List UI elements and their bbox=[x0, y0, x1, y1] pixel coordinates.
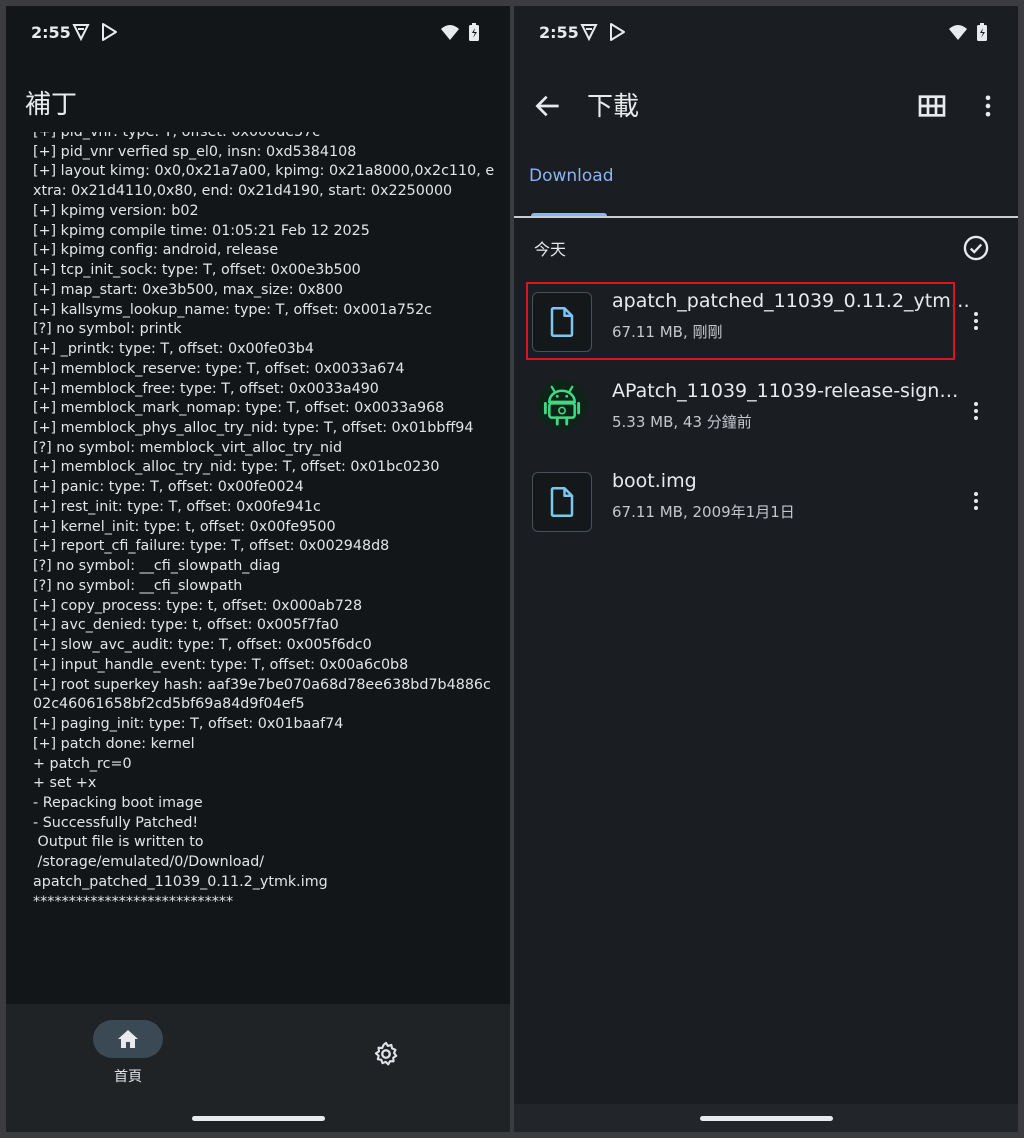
play-store-icon bbox=[607, 22, 627, 42]
arrow-back-icon bbox=[535, 95, 559, 117]
log-line: [+] pid_vnr verfied sp_el0, insn: 0xd538… bbox=[33, 143, 357, 160]
gesture-handle bbox=[700, 1116, 833, 1121]
log-line: Output file is written to bbox=[33, 834, 204, 851]
status-bar: 2:55 bbox=[514, 6, 1018, 62]
log-line: - Repacking boot image bbox=[33, 794, 203, 811]
log-line: [+] kernel_init: type: t, offset: 0x00fe… bbox=[33, 518, 336, 535]
log-line: [+] rest_init: type: T, offset: 0x00fe94… bbox=[33, 498, 321, 515]
log-line: [?] no symbol: memblock_virt_alloc_try_n… bbox=[33, 439, 343, 456]
log-line: [?] no symbol: __cfi_slowpath bbox=[33, 577, 243, 594]
log-line: [+] kallsyms_lookup_name: type: T, offse… bbox=[33, 301, 433, 318]
file-meta: 5.33 MB, 43 分鐘前 bbox=[612, 413, 752, 431]
log-line: [+] memblock_phys_alloc_try_nid: type: T… bbox=[33, 420, 474, 437]
file-row-apk[interactable]: APatch_11039_11039-release-sign… 5.33 MB… bbox=[514, 368, 1018, 456]
file-more-button[interactable] bbox=[964, 304, 988, 338]
log-line: + set +x bbox=[33, 775, 97, 792]
patch-log-output: [+] pid_vnr: type: T, offset: 0x000de57c… bbox=[33, 132, 498, 1006]
section-header-today: 今天 bbox=[534, 240, 567, 259]
play-store-icon bbox=[99, 22, 119, 42]
log-line: [+] memblock_alloc_try_nid: type: T, off… bbox=[33, 459, 440, 476]
wifi-icon bbox=[440, 22, 460, 42]
log-line: [+] memblock_reserve: type: T, offset: 0… bbox=[33, 360, 405, 377]
check-circle-icon bbox=[963, 235, 989, 261]
log-line: [?] no symbol: printk bbox=[33, 321, 182, 338]
log-line: [+] report_cfi_failure: type: T, offset:… bbox=[33, 538, 390, 555]
page-title: 下載 bbox=[587, 92, 640, 122]
log-line: [+] map_start: 0xe3b500, max_size: 0x800 bbox=[33, 281, 343, 298]
android-icon bbox=[543, 385, 581, 426]
status-time: 2:55 bbox=[539, 23, 579, 42]
log-line: [+] memblock_free: type: T, offset: 0x00… bbox=[33, 380, 379, 397]
bottom-bar bbox=[514, 1104, 1018, 1132]
log-line: [+] avc_denied: type: t, offset: 0x005f7… bbox=[33, 617, 339, 634]
overflow-menu-button[interactable] bbox=[974, 90, 1002, 122]
log-line: [+] copy_process: type: t, offset: 0x000… bbox=[33, 597, 363, 614]
battery-icon bbox=[464, 22, 484, 42]
nav-home-button[interactable] bbox=[93, 1020, 163, 1058]
wifi-icon bbox=[948, 22, 968, 42]
log-line: **************************** bbox=[33, 893, 234, 910]
grid-view-icon bbox=[918, 95, 946, 117]
log-line: [+] tcp_init_sock: type: T, offset: 0x00… bbox=[33, 262, 361, 279]
downloads-screen: 2:55 下載 Download 今天 apatch_patched_11039… bbox=[514, 6, 1018, 1132]
log-line: - Successfully Patched! bbox=[33, 814, 199, 831]
page-title: 補丁 bbox=[25, 90, 78, 120]
log-line: [+] kpimg config: android, release bbox=[33, 242, 279, 259]
log-line: [+] kpimg compile time: 01:05:21 Feb 12 … bbox=[33, 222, 370, 239]
log-line: [+] root superkey hash: aaf39e7be070a68d… bbox=[33, 676, 491, 713]
file-thumbnail bbox=[532, 472, 592, 532]
back-button[interactable] bbox=[532, 90, 564, 122]
select-all-button[interactable] bbox=[962, 234, 990, 262]
log-line: [+] patch done: kernel bbox=[33, 735, 195, 752]
vpn-shield-icon bbox=[579, 22, 599, 42]
log-line: [+] paging_init: type: T, offset: 0x01ba… bbox=[33, 716, 344, 733]
document-icon bbox=[550, 487, 574, 517]
highlight-annotation bbox=[526, 282, 955, 360]
status-time: 2:55 bbox=[31, 23, 71, 42]
file-name: APatch_11039_11039-release-sign… bbox=[612, 380, 959, 402]
log-line: [+] _printk: type: T, offset: 0x00fe03b4 bbox=[33, 341, 314, 358]
grid-view-button[interactable] bbox=[916, 90, 948, 122]
status-bar: 2:55 bbox=[6, 6, 510, 62]
file-name: boot.img bbox=[612, 470, 697, 492]
log-line: [+] memblock_mark_nomap: type: T, offset… bbox=[33, 400, 445, 417]
log-line: [+] panic: type: T, offset: 0x00fe0024 bbox=[33, 479, 304, 496]
log-line: /storage/emulated/0/Download/ bbox=[33, 854, 265, 871]
vpn-shield-icon bbox=[71, 22, 91, 42]
gear-icon bbox=[374, 1041, 398, 1066]
nav-settings-button[interactable] bbox=[372, 1040, 400, 1068]
tab-divider bbox=[514, 216, 1018, 218]
log-line: [+] kpimg version: b02 bbox=[33, 202, 199, 219]
log-line: apatch_patched_11039_0.11.2_ytmk.img bbox=[33, 873, 328, 890]
log-line: + patch_rc=0 bbox=[33, 755, 132, 772]
file-more-button[interactable] bbox=[964, 484, 988, 518]
file-thumbnail bbox=[537, 380, 587, 430]
nav-home-label: 首頁 bbox=[114, 1069, 142, 1085]
home-icon bbox=[118, 1030, 138, 1048]
tab-download[interactable]: Download bbox=[529, 166, 614, 186]
log-line: [+] layout kimg: 0x0,0x21a7a00, kpimg: 0… bbox=[33, 163, 495, 200]
more-vert-icon bbox=[974, 492, 978, 510]
file-meta: 67.11 MB, 2009年1月1日 bbox=[612, 503, 795, 521]
log-line: [+] input_handle_event: type: T, offset:… bbox=[33, 656, 409, 673]
top-app-bar: 下載 bbox=[514, 62, 1018, 150]
more-vert-icon bbox=[974, 312, 978, 330]
file-row-boot-image[interactable]: boot.img 67.11 MB, 2009年1月1日 bbox=[514, 458, 1018, 546]
bottom-navigation: 首頁 bbox=[6, 1004, 510, 1132]
gesture-handle bbox=[192, 1116, 325, 1121]
more-vert-icon bbox=[985, 95, 991, 117]
log-line: [?] no symbol: __cfi_slowpath_diag bbox=[33, 558, 281, 575]
log-line: [+] pid_vnr: type: T, offset: 0x000de57c bbox=[33, 132, 321, 140]
more-vert-icon bbox=[974, 402, 978, 420]
patch-screen: 2:55 補丁 [+] pid_vnr: type: T, offset: 0x… bbox=[6, 6, 510, 1132]
file-more-button[interactable] bbox=[964, 394, 988, 428]
battery-icon bbox=[972, 22, 992, 42]
log-line: [+] slow_avc_audit: type: T, offset: 0x0… bbox=[33, 637, 372, 654]
